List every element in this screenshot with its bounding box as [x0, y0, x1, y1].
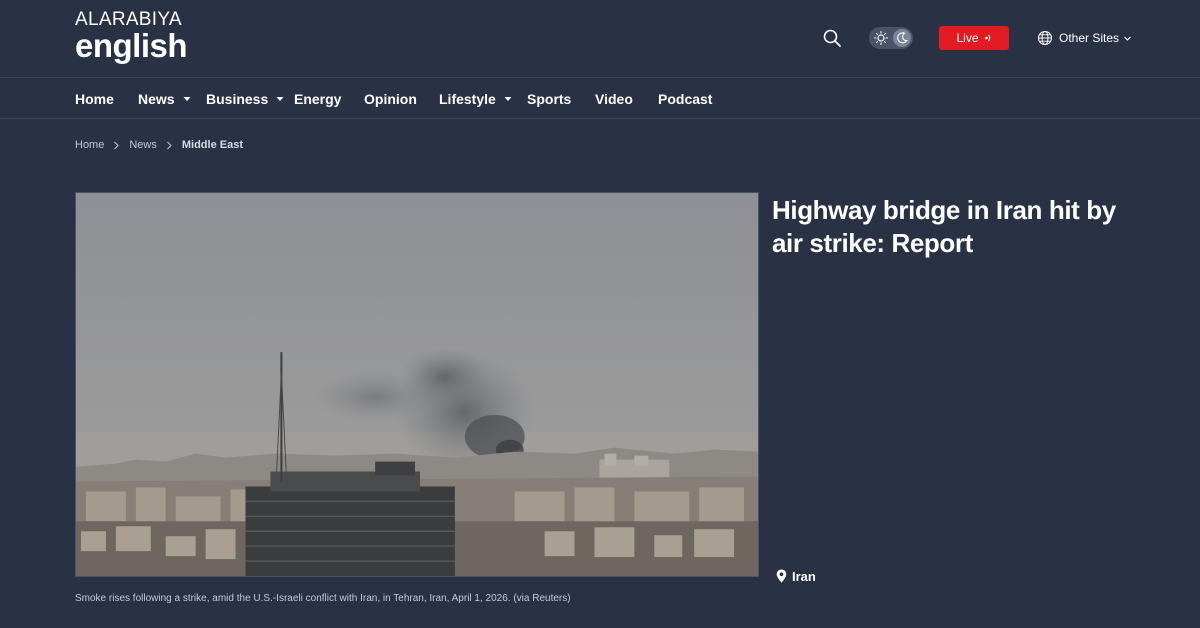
- nav-item-label: News: [138, 91, 175, 107]
- nav-item-label: Home: [75, 91, 114, 107]
- search-button[interactable]: [822, 28, 842, 48]
- moon-icon: [897, 32, 908, 44]
- nav-item-label: Podcast: [658, 91, 713, 107]
- nav-item-label: Opinion: [364, 91, 417, 107]
- nav-item-video[interactable]: Video: [595, 79, 633, 119]
- image-caption: Smoke rises following a strike, amid the…: [75, 593, 571, 604]
- nav-item-label: Business: [206, 91, 269, 107]
- live-label: Live: [956, 31, 979, 45]
- breadcrumb-current: Middle East: [181, 139, 243, 151]
- nav-item-label: Lifestyle: [439, 91, 496, 107]
- moon-toggle-knob: [893, 29, 911, 47]
- nav-item-label: Sports: [527, 91, 572, 107]
- article-tag[interactable]: Iran: [776, 567, 816, 585]
- other-sites-dropdown[interactable]: Other Sites: [1037, 28, 1132, 48]
- location-pin-icon: [776, 569, 787, 583]
- nav-item-energy[interactable]: Energy: [294, 79, 341, 119]
- search-icon: [823, 29, 841, 47]
- nav-item-sports[interactable]: Sports: [527, 79, 571, 119]
- top-header: ALARABIYA english Live Other Sites: [0, 0, 1200, 78]
- caret-down-icon[interactable]: [183, 96, 191, 102]
- caret-down-icon[interactable]: [276, 96, 284, 102]
- nav-item-home[interactable]: Home: [75, 79, 114, 119]
- breadcrumb-home[interactable]: Home: [75, 139, 104, 151]
- hero-photo: [76, 193, 758, 576]
- nav-item-news[interactable]: News: [138, 79, 191, 119]
- nav-item-lifestyle[interactable]: Lifestyle: [439, 79, 512, 119]
- nav-item-label: Video: [595, 91, 633, 107]
- chevron-down-icon: [1124, 36, 1131, 41]
- theme-toggle[interactable]: [869, 27, 913, 49]
- article-hero-image: [75, 192, 759, 577]
- main-navigation: Home News Business Energy Opinion Lifest…: [0, 79, 1200, 119]
- caret-down-icon[interactable]: [504, 96, 512, 102]
- article-headline: Highway bridge in Iran hit by air strike…: [772, 195, 1116, 258]
- nav-item-opinion[interactable]: Opinion: [364, 79, 417, 119]
- breadcrumb: Home News Middle East: [75, 138, 243, 152]
- logo-bottom-text: english: [75, 27, 188, 64]
- article-tag-label: Iran: [792, 568, 816, 584]
- site-logo[interactable]: ALARABIYA english: [75, 10, 188, 64]
- sun-icon: [873, 30, 889, 46]
- chevron-right-icon: [167, 141, 172, 149]
- other-sites-label: Other Sites: [1059, 31, 1120, 45]
- live-broadcast-icon: [984, 34, 990, 42]
- globe-icon: [1037, 30, 1053, 46]
- chevron-right-icon: [114, 141, 120, 149]
- nav-item-business[interactable]: Business: [206, 79, 284, 119]
- breadcrumb-news[interactable]: News: [129, 139, 157, 151]
- nav-item-podcast[interactable]: Podcast: [658, 79, 712, 119]
- live-button[interactable]: Live: [939, 26, 1009, 50]
- nav-item-label: Energy: [294, 91, 342, 107]
